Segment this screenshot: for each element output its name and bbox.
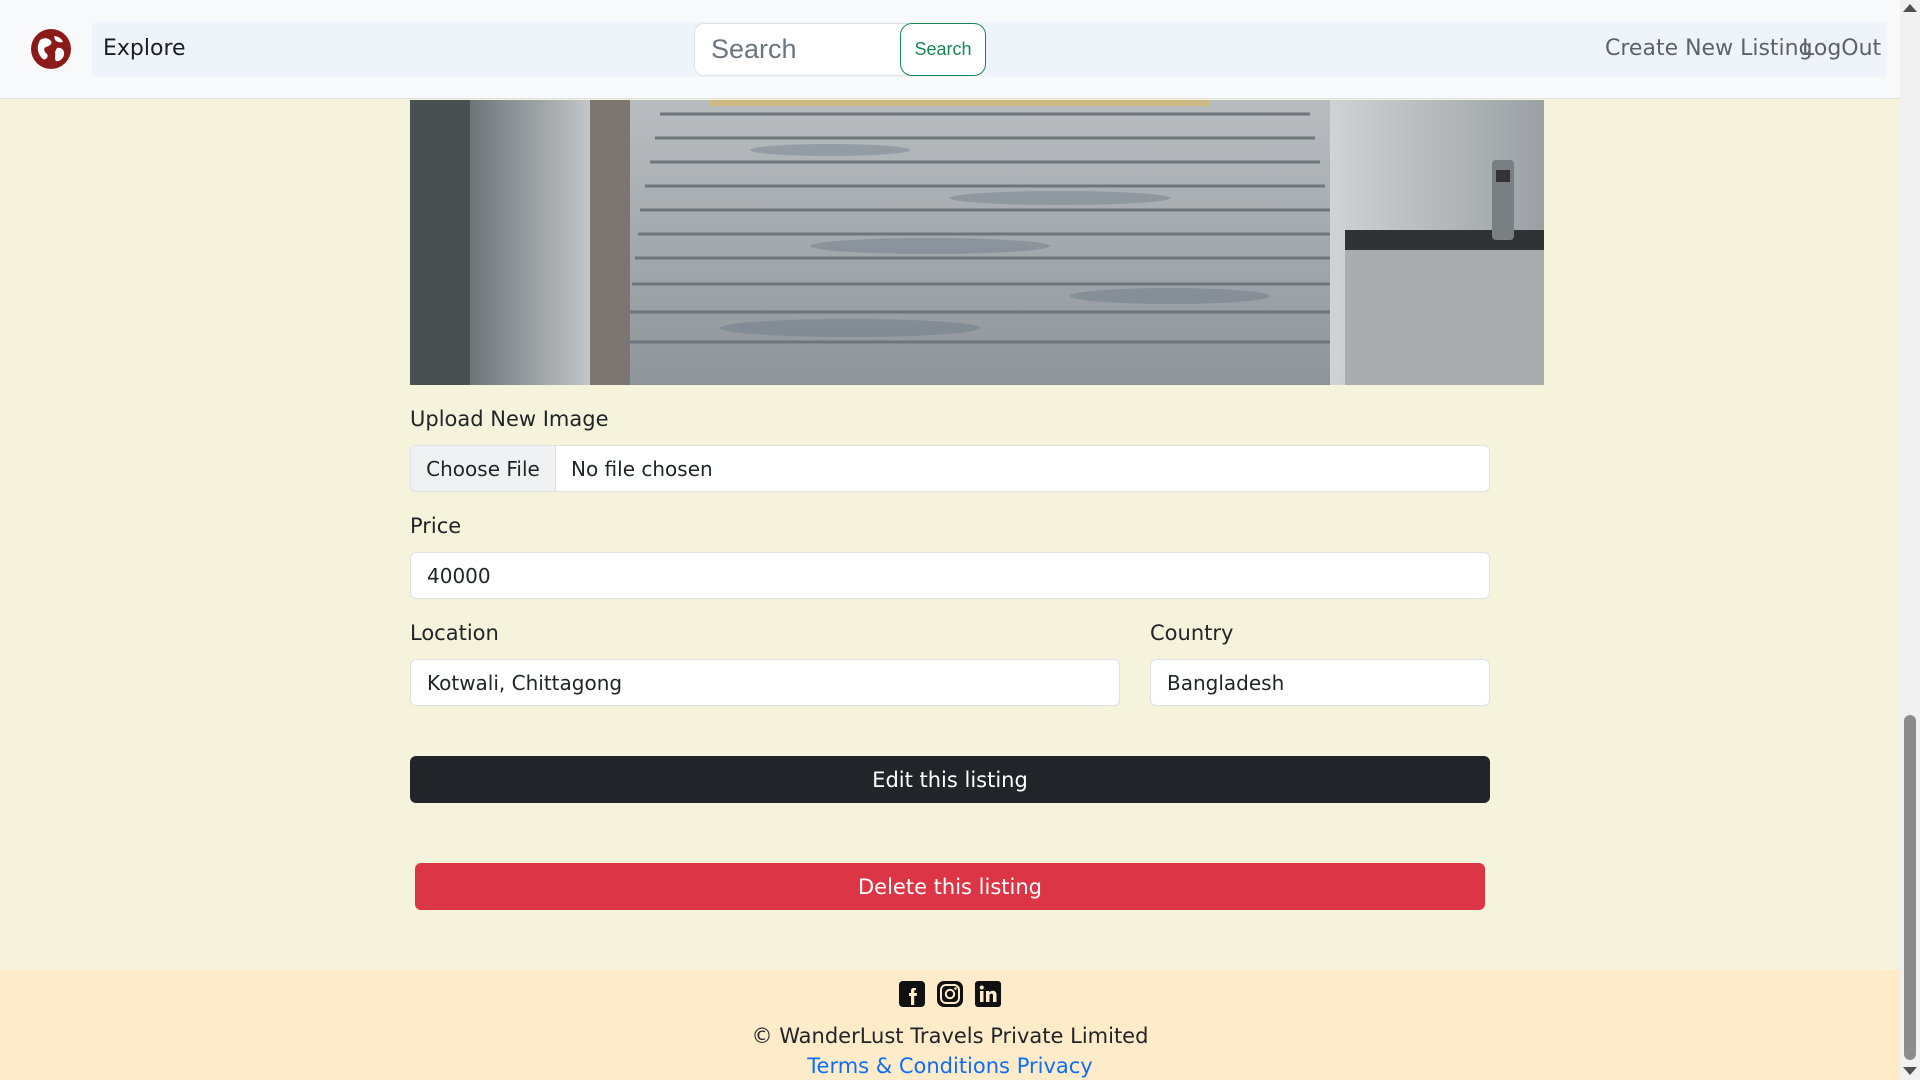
scrollbar-thumb[interactable] [1904, 715, 1916, 1060]
price-input[interactable] [410, 552, 1490, 599]
price-label: Price [410, 514, 462, 538]
page-scrollbar[interactable] [1900, 0, 1920, 1080]
listing-image [410, 100, 1544, 385]
create-new-listing-link[interactable]: Create New Listing [1605, 36, 1813, 61]
instagram-icon[interactable] [936, 980, 964, 1008]
scroll-up-icon[interactable] [1903, 4, 1917, 12]
search-input[interactable] [694, 23, 924, 76]
linkedin-icon[interactable] [974, 980, 1002, 1008]
delete-listing-button[interactable]: Delete this listing [415, 863, 1485, 910]
country-label: Country [1150, 621, 1234, 645]
explore-link[interactable]: Explore [103, 36, 186, 61]
facebook-icon[interactable] [898, 980, 926, 1008]
location-input[interactable] [410, 659, 1120, 706]
upload-image-label: Upload New Image [410, 407, 609, 431]
country-input[interactable] [1150, 659, 1490, 706]
image-file-input[interactable]: Choose File No file chosen [410, 445, 1490, 492]
edit-listing-button[interactable]: Edit this listing [410, 756, 1490, 803]
copyright-text: © WanderLust Travels Private Limited [751, 1024, 1149, 1048]
search-form: Search [694, 23, 986, 76]
search-button[interactable]: Search [900, 23, 986, 76]
file-status-text: No file chosen [571, 457, 713, 481]
choose-file-button[interactable]: Choose File [411, 446, 556, 491]
privacy-link[interactable]: Privacy [1017, 1054, 1093, 1078]
compass-globe-icon[interactable] [30, 28, 72, 70]
top-navbar: Explore Search Create New Listing LogOut [0, 0, 1900, 99]
terms-link[interactable]: Terms & Conditions [807, 1054, 1010, 1078]
scroll-down-icon[interactable] [1903, 1067, 1917, 1075]
location-label: Location [410, 621, 499, 645]
logout-link[interactable]: LogOut [1802, 36, 1881, 61]
footer-links: Terms & Conditions Privacy [0, 1054, 1900, 1078]
social-icons [898, 980, 1008, 1010]
